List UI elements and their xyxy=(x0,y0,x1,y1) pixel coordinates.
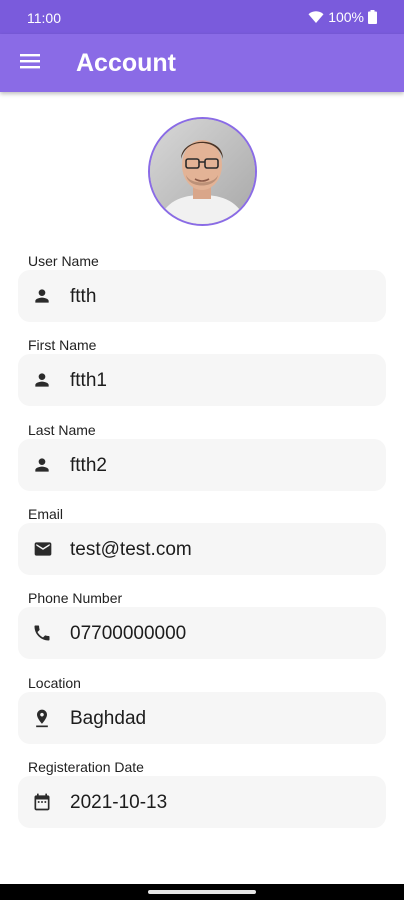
field-value: ftth2 xyxy=(70,455,107,476)
field-label: User Name xyxy=(28,253,99,269)
last-name-field[interactable]: ftth2 xyxy=(18,439,386,491)
status-indicators: 100% xyxy=(308,9,377,25)
field-label: Registeration Date xyxy=(28,759,144,775)
email-icon xyxy=(32,539,52,559)
field-value: ftth1 xyxy=(70,370,107,391)
status-time: 11:00 xyxy=(27,10,61,26)
wifi-icon xyxy=(308,10,324,24)
field-value: 07700000000 xyxy=(70,623,187,644)
field-label: Location xyxy=(28,675,81,691)
battery-icon xyxy=(368,10,377,24)
app-bar: Account xyxy=(0,34,404,92)
location-pin-icon xyxy=(32,708,52,728)
location-field[interactable]: Baghdad xyxy=(18,692,386,744)
person-icon xyxy=(32,286,52,306)
person-icon xyxy=(32,370,52,390)
page-title: Account xyxy=(76,49,176,77)
calendar-icon xyxy=(32,792,52,812)
home-gesture-handle[interactable] xyxy=(148,890,256,894)
system-nav-bar xyxy=(0,884,404,900)
avatar[interactable] xyxy=(148,117,257,226)
email-field[interactable]: test@test.com xyxy=(18,523,386,575)
first-name-field[interactable]: ftth1 xyxy=(18,354,386,406)
field-label: Email xyxy=(28,506,64,522)
phone-number-field[interactable]: 07700000000 xyxy=(18,607,386,659)
status-bar: 11:00 100% xyxy=(0,0,404,34)
field-label: First Name xyxy=(28,337,97,353)
phone-icon xyxy=(32,623,52,643)
menu-button[interactable] xyxy=(14,48,46,78)
menu-icon xyxy=(20,53,40,74)
person-icon xyxy=(32,455,52,475)
field-value: test@test.com xyxy=(70,539,192,560)
field-value: ftth xyxy=(70,286,97,307)
registration-date-field[interactable]: 2021-10-13 xyxy=(18,776,386,828)
user-name-field[interactable]: ftth xyxy=(18,270,386,322)
field-label: Last Name xyxy=(28,422,96,438)
field-label: Phone Number xyxy=(28,590,123,606)
battery-text: 100% xyxy=(328,9,364,25)
field-value: Baghdad xyxy=(70,708,147,729)
field-value: 2021-10-13 xyxy=(70,792,168,813)
